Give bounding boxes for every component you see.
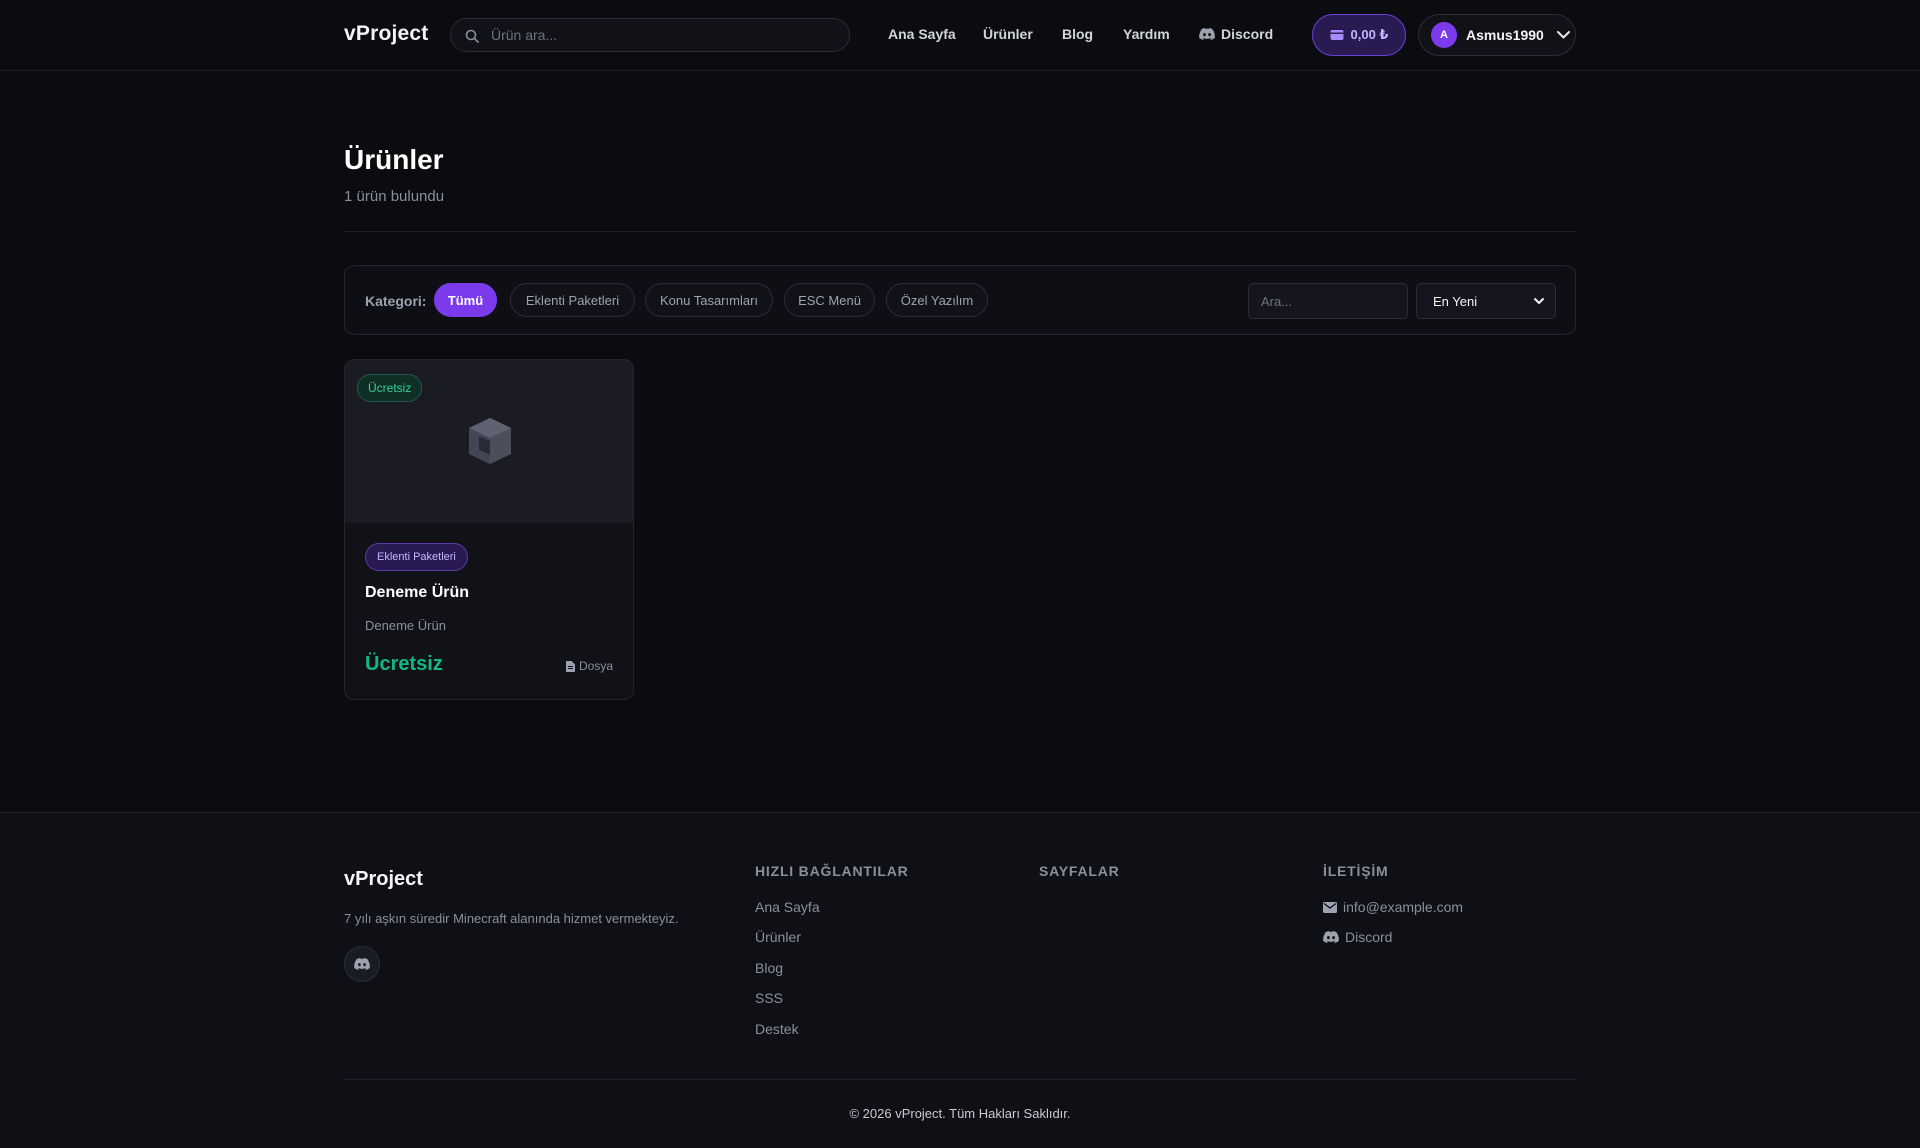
discord-icon: [1199, 28, 1215, 40]
discord-icon: [1323, 931, 1339, 943]
copyright: © 2026 vProject. Tüm Hakları Saklıdır.: [849, 1106, 1071, 1121]
footer-link-support[interactable]: Destek: [755, 1021, 799, 1037]
brand-logo[interactable]: vProject: [344, 22, 428, 46]
footer-email-link[interactable]: info@example.com: [1323, 899, 1463, 915]
product-price: Ücretsiz: [365, 653, 443, 675]
sort-selected-value: En Yeni: [1433, 293, 1478, 309]
filter-search-input[interactable]: [1248, 283, 1408, 319]
chevron-down-icon: [1556, 31, 1570, 39]
chevron-down-icon: [1534, 298, 1544, 304]
footer-link-home[interactable]: Ana Sayfa: [755, 899, 820, 915]
file-icon: [565, 660, 575, 672]
footer-link-blog[interactable]: Blog: [755, 960, 783, 976]
contact-heading: İLETİŞİM: [1323, 863, 1389, 879]
category-chip-custom-software[interactable]: Özel Yazılım: [886, 283, 988, 317]
footer-description: 7 yılı aşkın süredir Minecraft alanında …: [344, 911, 679, 926]
divider: [344, 231, 1576, 232]
username: Asmus1990: [1466, 27, 1544, 43]
page-title: Ürünler: [344, 144, 444, 175]
navbar: vProject Ana Sayfa Ürünler Blog Yardım D…: [0, 0, 1920, 71]
quick-links-heading: HIZLI BAĞLANTILAR: [755, 863, 909, 879]
product-search-input[interactable]: [491, 27, 849, 43]
cube-icon: [469, 418, 511, 464]
nav-link-discord[interactable]: Discord: [1199, 26, 1273, 42]
discord-link-label: Discord: [1221, 26, 1274, 42]
result-count: 1 ürün bulundu: [344, 188, 445, 205]
wallet-icon: [1330, 30, 1344, 40]
product-category-badge[interactable]: Eklenti Paketleri: [365, 543, 468, 571]
nav-link-blog[interactable]: Blog: [1062, 26, 1093, 42]
cart-button[interactable]: 0,00 ₺: [1312, 14, 1406, 56]
footer-discord-link[interactable]: Discord: [1323, 929, 1392, 945]
nav-link-help[interactable]: Yardım: [1123, 26, 1170, 42]
footer-email: info@example.com: [1343, 899, 1464, 915]
footer-discord-button[interactable]: [344, 946, 380, 982]
product-card[interactable]: Ücretsiz Eklenti Paketleri Deneme Ürün D…: [344, 359, 634, 700]
product-description: Deneme Ürün: [365, 618, 446, 633]
product-type-label: Dosya: [578, 659, 613, 673]
user-menu-button[interactable]: A Asmus1990: [1418, 14, 1576, 56]
category-label: Kategori:: [365, 293, 427, 309]
search-icon: [465, 29, 479, 43]
category-chip-plugin-packs[interactable]: Eklenti Paketleri: [510, 283, 635, 317]
avatar: A: [1431, 22, 1457, 48]
category-chip-esc-menu[interactable]: ESC Menü: [784, 283, 875, 317]
sort-select[interactable]: En Yeni: [1416, 283, 1556, 319]
discord-icon: [354, 958, 370, 970]
category-chip-all[interactable]: Tümü: [434, 283, 497, 317]
nav-link-products[interactable]: Ürünler: [983, 26, 1033, 42]
footer-discord-label: Discord: [1345, 929, 1393, 945]
free-badge: Ücretsiz: [357, 374, 423, 402]
footer-brand: vProject: [344, 868, 423, 890]
filter-bar: Kategori: Tümü Eklenti Paketleri Konu Ta…: [344, 265, 1576, 335]
pages-heading: SAYFALAR: [1039, 863, 1120, 879]
footer-divider: [344, 1079, 1576, 1080]
nav-search[interactable]: [450, 18, 850, 52]
envelope-icon: [1323, 901, 1337, 913]
cart-amount: 0,00 ₺: [1350, 27, 1389, 42]
product-image-placeholder: Ücretsiz: [345, 360, 633, 523]
nav-link-home[interactable]: Ana Sayfa: [888, 26, 956, 42]
footer-link-faq[interactable]: SSS: [755, 990, 783, 1006]
footer-link-products[interactable]: Ürünler: [755, 929, 801, 945]
product-type: Dosya: [565, 659, 613, 673]
footer: vProject 7 yılı aşkın süredir Minecraft …: [0, 812, 1920, 1148]
category-chip-theme-designs[interactable]: Konu Tasarımları: [645, 283, 773, 317]
product-title[interactable]: Deneme Ürün: [365, 584, 469, 602]
